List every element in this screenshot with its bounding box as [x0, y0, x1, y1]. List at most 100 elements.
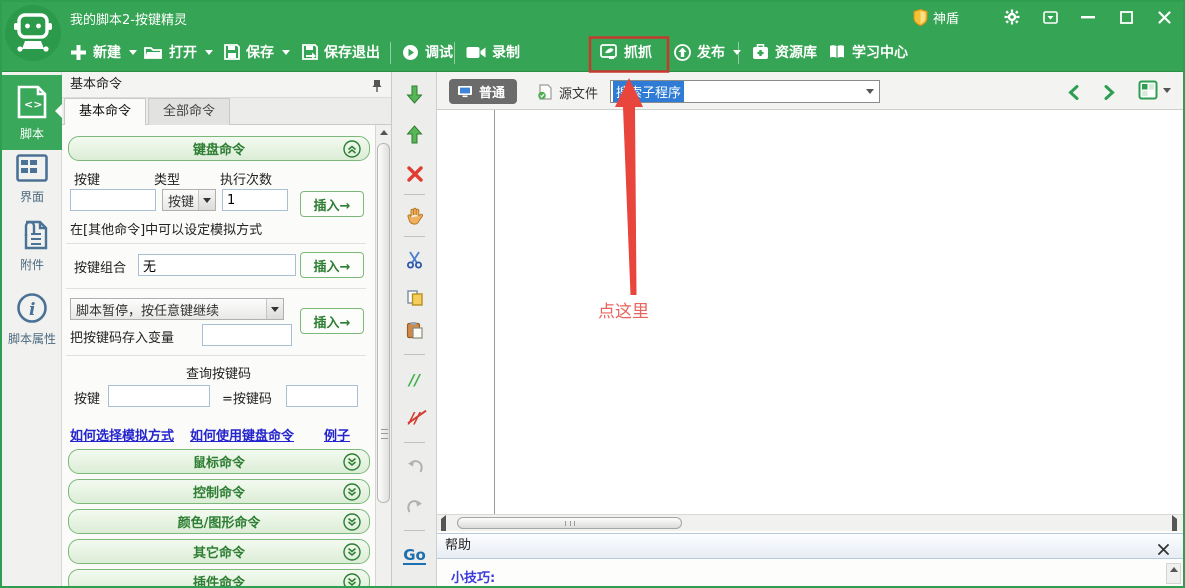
- debug-button[interactable]: 调试: [398, 36, 457, 68]
- learning-center-button[interactable]: 学习中心: [824, 36, 912, 68]
- script-icon: <>: [17, 85, 47, 119]
- scrollbar-thumb[interactable]: [377, 143, 390, 503]
- gear-icon: [1004, 9, 1020, 25]
- comment-button[interactable]: //: [392, 368, 437, 392]
- section-color-commands[interactable]: 颜色/图形命令: [68, 509, 370, 534]
- combo-input[interactable]: [138, 254, 296, 276]
- section-keyboard-commands[interactable]: 键盘命令: [68, 136, 370, 161]
- minimize-button[interactable]: [1069, 2, 1107, 32]
- delete-button[interactable]: [392, 162, 437, 186]
- code-editor[interactable]: [437, 110, 1183, 514]
- link-example[interactable]: 例子: [324, 425, 350, 444]
- move-up-button[interactable]: [392, 122, 437, 146]
- resources-button[interactable]: 资源库: [748, 36, 821, 68]
- query-code-input[interactable]: [286, 385, 358, 407]
- query-code-label: =按键码: [222, 388, 272, 407]
- sidebar-item-properties[interactable]: i 脚本属性: [2, 292, 62, 347]
- scroll-up-icon: [1170, 567, 1178, 572]
- expand-icon: [343, 453, 361, 475]
- undo-button[interactable]: [392, 454, 437, 478]
- minimize-to-tray-button[interactable]: [1031, 2, 1069, 32]
- insert-key-button[interactable]: 插入→: [300, 191, 364, 217]
- tab-all-commands[interactable]: 全部命令: [148, 98, 230, 125]
- link-simulation-method[interactable]: 如何选择模拟方式: [70, 425, 174, 444]
- sidebar-item-label: 脚本: [2, 125, 62, 142]
- tab-normal-view[interactable]: 普通: [449, 79, 517, 104]
- collapse-icon: [343, 140, 361, 162]
- panel-title: 基本命令: [70, 77, 122, 92]
- drag-hand-button[interactable]: [392, 204, 437, 228]
- dropdown-arrow-icon: [266, 299, 283, 319]
- query-key-input[interactable]: [108, 385, 210, 407]
- svg-text:<>: <>: [24, 98, 42, 111]
- subroutine-search-combo[interactable]: 搜索子程序: [610, 80, 880, 103]
- panel-content: 键盘命令 按键 类型 执行次数 按键 插入→ 在[其他命令]中可以设定模拟方式 …: [62, 125, 375, 586]
- open-button[interactable]: 打开: [140, 36, 217, 68]
- attachment-icon: [16, 220, 48, 250]
- new-button[interactable]: 新建: [66, 36, 141, 68]
- record-button[interactable]: 录制: [462, 36, 524, 68]
- redo-button[interactable]: [392, 494, 437, 518]
- count-input[interactable]: [222, 189, 288, 211]
- cut-button[interactable]: [392, 248, 437, 272]
- window-title: 我的脚本2-按键精灵: [70, 9, 187, 28]
- paste-button[interactable]: [392, 318, 437, 342]
- settings-button[interactable]: [993, 2, 1031, 32]
- divider: [66, 288, 366, 289]
- help-scrollbar[interactable]: [1166, 563, 1181, 584]
- dropdown-caret: [282, 50, 290, 55]
- section-plugin-commands[interactable]: 插件命令: [68, 569, 370, 588]
- sidebar-item-attachment[interactable]: 附件: [2, 220, 62, 273]
- app-logo[interactable]: [5, 5, 61, 61]
- goto-button[interactable]: Go: [392, 544, 437, 568]
- scrollbar-grip: [565, 521, 575, 526]
- hand-icon: [406, 207, 423, 225]
- main-area: 普通 源文件 搜索子程序: [437, 72, 1183, 586]
- link-keyboard-help[interactable]: 如何使用键盘命令: [190, 425, 294, 444]
- monitor-icon: [457, 85, 473, 98]
- pause-select[interactable]: 脚本暂停，按任意键继续: [70, 298, 284, 320]
- panel-header: 基本命令: [62, 72, 391, 98]
- tab-basic-commands[interactable]: 基本命令: [64, 98, 146, 125]
- help-close-button[interactable]: [1158, 540, 1169, 564]
- toolbar-divider: [454, 42, 455, 64]
- sidebar-item-script[interactable]: <> 脚本: [2, 75, 62, 150]
- scrollbar-thumb[interactable]: [457, 517, 682, 529]
- key-type-select[interactable]: 按键: [162, 189, 216, 211]
- dropdown-caret: [733, 50, 741, 55]
- save-button[interactable]: 保存: [220, 36, 294, 68]
- grab-button[interactable]: 抓抓: [596, 36, 656, 68]
- key-input[interactable]: [70, 189, 156, 211]
- expand-icon: [343, 573, 361, 588]
- shield-button[interactable]: 神盾: [913, 8, 959, 27]
- query-key-label: 按键: [74, 388, 100, 407]
- store-variable-input[interactable]: [202, 324, 292, 346]
- insert-pause-button[interactable]: 插入→: [300, 308, 364, 334]
- undo-icon: [406, 459, 424, 473]
- combo-label: 按键组合: [74, 257, 126, 276]
- nav-back-button[interactable]: [1068, 80, 1079, 104]
- expand-icon: [343, 513, 361, 535]
- sidebar-item-ui[interactable]: 界面: [2, 154, 62, 205]
- save-exit-button[interactable]: 保存退出: [298, 36, 384, 68]
- section-mouse-commands[interactable]: 鼠标命令: [68, 449, 370, 474]
- divider: [404, 194, 425, 195]
- copy-button[interactable]: [392, 286, 437, 310]
- panel-tabs: 基本命令 全部命令: [62, 98, 391, 125]
- panel-scrollbar[interactable]: [375, 125, 391, 586]
- move-down-button[interactable]: [392, 82, 437, 106]
- dropdown-caret: [205, 50, 213, 55]
- publish-button[interactable]: 发布: [670, 36, 745, 68]
- close-button[interactable]: [1145, 2, 1183, 32]
- section-control-commands[interactable]: 控制命令: [68, 479, 370, 504]
- scissors-icon: [406, 251, 423, 269]
- layout-switch-button[interactable]: [1138, 80, 1171, 100]
- uncomment-button[interactable]: //: [392, 406, 437, 430]
- nav-forward-button[interactable]: [1104, 80, 1115, 104]
- book-icon: [828, 44, 846, 60]
- horizontal-scrollbar[interactable]: [437, 514, 1183, 531]
- tab-source-view[interactable]: 源文件: [537, 81, 598, 103]
- insert-combo-button[interactable]: 插入→: [300, 252, 364, 278]
- maximize-button[interactable]: [1107, 2, 1145, 32]
- section-other-commands[interactable]: 其它命令: [68, 539, 370, 564]
